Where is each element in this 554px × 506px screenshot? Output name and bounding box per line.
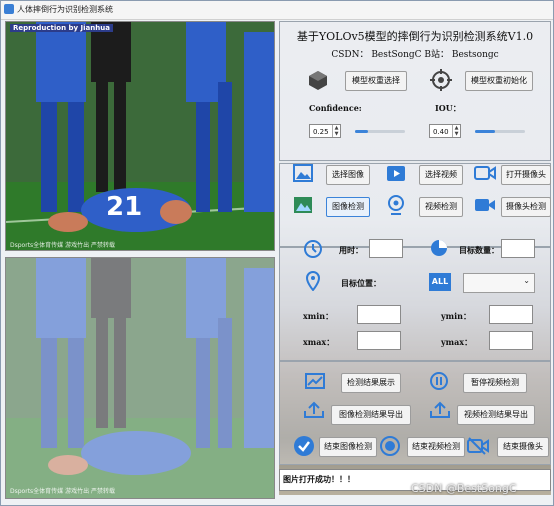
- check-circle-icon: [294, 436, 314, 456]
- confidence-value: 0.25: [313, 128, 329, 136]
- status-text: 图片打开成功！！！: [283, 475, 355, 484]
- time-field: [369, 239, 403, 258]
- camera-off-icon: [467, 437, 489, 455]
- image-overlay-title: Reproduction by Jianhua: [10, 24, 113, 32]
- jersey-number: 21: [106, 192, 143, 222]
- window-title: 人体摔倒行为识别检测系统: [17, 5, 113, 14]
- open-camera-button[interactable]: 打开摄像头: [501, 165, 551, 185]
- camera-detect-icon: [475, 199, 495, 211]
- target-count-field: [501, 239, 535, 258]
- app-title: 基于YOLOv5模型的摔倒行为识别检测系统V1.0: [296, 30, 534, 43]
- select-image-button[interactable]: 选择图像: [326, 165, 370, 185]
- upload-icon: [430, 401, 450, 418]
- spin-arrows-icon[interactable]: ▲ ▼: [452, 125, 460, 137]
- confidence-slider-fill: [355, 130, 368, 133]
- image-detect-icon: [294, 197, 312, 213]
- image-watermark: Dsports全体育传媒 游戏竹出 严禁转载: [10, 242, 115, 249]
- end-camera-button[interactable]: 结束摄像头: [497, 437, 549, 457]
- target-select-dropdown[interactable]: ⌄: [463, 273, 535, 293]
- ymax-field: [489, 331, 533, 350]
- iou-slider-fill: [475, 130, 495, 133]
- video-play-icon: [387, 166, 405, 181]
- time-label: 用时：: [339, 245, 363, 255]
- confidence-label: Confidence:: [309, 103, 362, 113]
- ymax-label: ymax：: [441, 337, 473, 347]
- webcam-icon: [388, 195, 404, 215]
- title-bar: 人体摔倒行为识别检测系统: [1, 1, 553, 20]
- confidence-slider[interactable]: [355, 130, 405, 133]
- ymin-label: ymin：: [441, 311, 471, 321]
- app-subtitle: CSDN： BestSongC B站： Bestsongc: [331, 50, 499, 60]
- select-video-button[interactable]: 选择视频: [419, 165, 463, 185]
- csdn-watermark: CSDN @BestSongC: [411, 482, 517, 495]
- football-scene-result-image: [6, 258, 274, 498]
- iou-spinbox[interactable]: 0.40 ▲ ▼: [429, 124, 461, 138]
- end-video-detect-button[interactable]: 结束视频检测: [407, 437, 465, 457]
- xmin-field: [357, 305, 401, 324]
- xmin-label: xmin：: [303, 311, 334, 321]
- all-targets-icon: ALL: [429, 273, 451, 291]
- target-count-label: 目标数量：: [459, 245, 499, 255]
- video-detect-button[interactable]: 视频检测: [419, 197, 463, 217]
- iou-label: IOU：: [435, 103, 461, 113]
- original-image-display: Dsports全体育传媒 游戏竹出 严禁转载 Reproduction by J…: [5, 21, 275, 251]
- stop-circle-icon: [380, 436, 400, 456]
- image-detect-button[interactable]: 图像检测: [326, 197, 370, 217]
- target-icon: [430, 69, 452, 91]
- clock-icon: [304, 240, 322, 258]
- camera-detect-button[interactable]: 摄像头检测: [501, 197, 551, 217]
- image-icon: [293, 164, 313, 182]
- cube-icon: [309, 71, 327, 90]
- xmax-label: xmax：: [303, 337, 335, 347]
- detection-result-display: Dsports全体育传媒 游戏竹出 严禁转载: [5, 257, 275, 499]
- image-watermark: Dsports全体育传媒 游戏竹出 严禁转载: [10, 488, 115, 495]
- chevron-down-icon: ⌄: [523, 276, 530, 285]
- show-results-button[interactable]: 检测结果展示: [341, 373, 401, 393]
- iou-value: 0.40: [433, 128, 449, 136]
- pause-icon: [430, 372, 448, 390]
- end-image-detect-button[interactable]: 结束图像检测: [319, 437, 377, 457]
- iou-slider[interactable]: [475, 130, 525, 133]
- video-camera-icon: [474, 166, 496, 180]
- control-panel: 基于YOLOv5模型的摔倒行为识别检测系统V1.0 CSDN： BestSong…: [279, 21, 551, 495]
- confidence-spinbox[interactable]: 0.25 ▲ ▼: [309, 124, 341, 138]
- pause-video-button[interactable]: 暂停视频检测: [463, 373, 527, 393]
- xmax-field: [357, 331, 401, 350]
- line-chart-icon: [305, 373, 325, 389]
- model-weight-select-button[interactable]: 模型权重选择: [345, 71, 407, 91]
- location-pin-icon: [305, 271, 321, 291]
- upload-icon: [304, 401, 324, 418]
- app-icon: [4, 4, 14, 14]
- export-video-results-button[interactable]: 视频检测结果导出: [457, 405, 535, 425]
- export-image-results-button[interactable]: 图像检测结果导出: [331, 405, 411, 425]
- target-position-label: 目标位置：: [341, 278, 381, 288]
- spin-arrows-icon[interactable]: ▲ ▼: [332, 125, 340, 137]
- model-weight-init-button[interactable]: 模型权重初始化: [465, 71, 533, 91]
- app-window: 人体摔倒行为识别检测系统 Dsports全体育传媒 游戏竹出 严禁转载 Repr…: [0, 0, 554, 506]
- ymin-field: [489, 305, 533, 324]
- pie-chart-icon: [431, 240, 447, 256]
